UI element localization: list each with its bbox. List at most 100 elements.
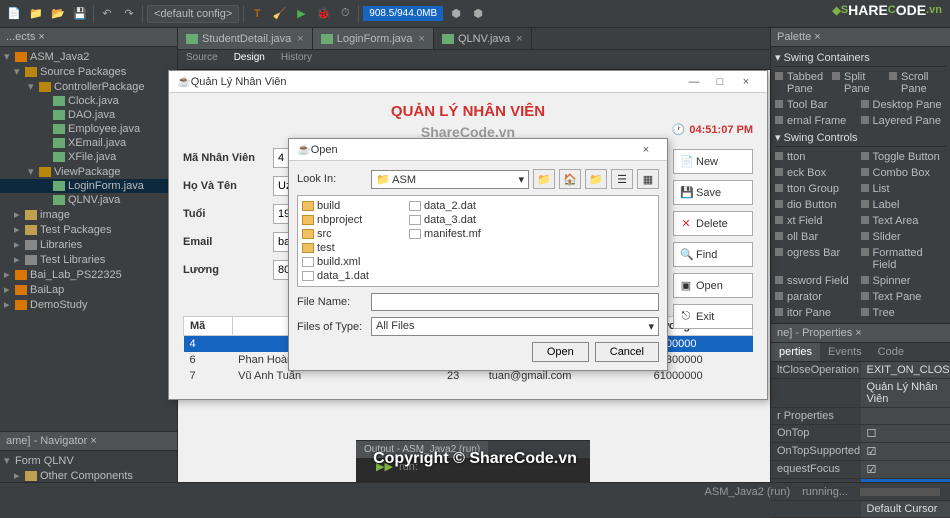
tree-item[interactable]: ▾ControllerPackage [0, 79, 177, 94]
palette-item[interactable]: ogress Bar [775, 245, 861, 273]
filename-input[interactable] [371, 293, 659, 311]
save-all-icon[interactable]: 💾 [71, 5, 89, 23]
minimize-icon[interactable]: — [681, 76, 707, 88]
property-row[interactable]: Default Cursor [771, 501, 950, 518]
open-titlebar[interactable]: ☕ Open × [289, 139, 667, 161]
close-icon[interactable]: × [733, 76, 759, 88]
exit-button[interactable]: ⎋Exit [673, 304, 753, 329]
palette-item[interactable]: Text Pane [861, 289, 947, 305]
prop-tab-properties[interactable]: perties [771, 343, 820, 361]
file-item[interactable]: src [302, 228, 369, 240]
hammer-icon[interactable]: T [248, 5, 266, 23]
palette-item[interactable]: Slider [861, 229, 947, 245]
close-icon[interactable]: × [516, 33, 522, 45]
undo-icon[interactable]: ↶ [98, 5, 116, 23]
open-button[interactable]: ▣Open [673, 273, 753, 298]
prop-tab-events[interactable]: Events [820, 343, 870, 361]
palette-item[interactable]: Formatted Field [861, 245, 947, 273]
run-icon[interactable]: ▶ [292, 5, 310, 23]
tree-item[interactable]: ▾ViewPackage [0, 164, 177, 179]
tree-item[interactable]: Employee.java [0, 122, 177, 136]
detail-view-icon[interactable]: ▦ [637, 169, 659, 189]
palette-item[interactable]: Text Area [861, 213, 947, 229]
newfolder-icon[interactable]: 📁 [585, 169, 607, 189]
palette-item[interactable]: Tree [861, 305, 947, 321]
palette-item[interactable]: dio Button [775, 197, 861, 213]
tree-item[interactable]: XEmail.java [0, 136, 177, 150]
file-item[interactable]: test [302, 242, 369, 254]
nav-other[interactable]: ▸Other Components [0, 468, 177, 483]
subtab-history[interactable]: History [273, 50, 320, 69]
palette-item[interactable]: Tabbed Pane [775, 69, 832, 97]
tree-item[interactable]: ▸DemoStudy [0, 297, 177, 312]
palette-item[interactable]: Scroll Pane [889, 69, 946, 97]
file-item[interactable]: manifest.mf [409, 228, 481, 240]
tree-item[interactable]: XFile.java [0, 150, 177, 164]
palette-item[interactable]: tton Group [775, 181, 861, 197]
palette-item[interactable]: oll Bar [775, 229, 861, 245]
palette-item[interactable]: parator [775, 289, 861, 305]
subtab-source[interactable]: Source [178, 50, 226, 69]
cancel-button[interactable]: Cancel [595, 342, 659, 362]
new-project-icon[interactable]: 📁 [27, 5, 45, 23]
property-row[interactable]: ltCloseOperationEXIT_ON_CLOSE [771, 362, 950, 379]
project-tree[interactable]: ▾ASM_Java2▾Source Packages▾ControllerPac… [0, 47, 177, 431]
clean-icon[interactable]: 🧹 [270, 5, 288, 23]
file-list[interactable]: build nbproject src test build.xml data_1.dat… [297, 195, 659, 287]
file-item[interactable]: data_1.dat [302, 270, 369, 282]
palette-item[interactable]: ernal Frame [775, 113, 861, 129]
property-row[interactable]: r Properties [771, 408, 950, 425]
lookin-combo[interactable]: 📁 ASM ▾ [371, 170, 529, 189]
find-button[interactable]: 🔍Find [673, 242, 753, 267]
tab-studentdetail[interactable]: StudentDetail.java× [178, 28, 313, 49]
navigator-tab[interactable]: ame] - Navigator × [0, 432, 177, 451]
close-icon[interactable]: × [297, 33, 303, 45]
new-file-icon[interactable]: 📄 [5, 5, 23, 23]
open-icon[interactable]: 📂 [49, 5, 67, 23]
tree-item[interactable]: ▸Libraries [0, 237, 177, 252]
property-row[interactable]: Quản Lý Nhân Viên [771, 379, 950, 408]
memory-indicator[interactable]: 908.5/944.0MB [363, 6, 443, 21]
debug-icon[interactable]: 🐞 [314, 5, 332, 23]
property-row[interactable]: OnTop☐ [771, 425, 950, 443]
config-combo[interactable]: <default config> [147, 5, 239, 23]
delete-button[interactable]: ✕Delete [673, 211, 753, 236]
palette-item[interactable]: itor Pane [775, 305, 861, 321]
palette-item[interactable]: Layered Pane [861, 113, 947, 129]
tree-item[interactable]: ▸Test Packages [0, 222, 177, 237]
close-icon[interactable]: × [633, 144, 659, 156]
file-item[interactable]: build.xml [302, 256, 369, 268]
palette-item[interactable]: eck Box [775, 165, 861, 181]
palette-item[interactable]: Spinner [861, 273, 947, 289]
filetype-combo[interactable]: All Files▾ [371, 317, 659, 336]
up-icon[interactable]: 📁 [533, 169, 555, 189]
palette-panel[interactable]: ▾ Swing ContainersTabbed PaneSplit PaneS… [771, 47, 950, 323]
tab-loginform[interactable]: LoginForm.java× [313, 28, 434, 49]
maximize-icon[interactable]: □ [707, 76, 733, 88]
palette-tab[interactable]: Palette × [771, 28, 950, 47]
palette-item[interactable]: xt Field [775, 213, 861, 229]
file-item[interactable]: nbproject [302, 214, 369, 226]
save-button[interactable]: 💾Save [673, 180, 753, 205]
redo-icon[interactable]: ↷ [120, 5, 138, 23]
palette-item[interactable]: Desktop Pane [861, 97, 947, 113]
prop-tab-code[interactable]: Code [870, 343, 912, 361]
palette-item[interactable]: Toggle Button [861, 149, 947, 165]
tree-item[interactable]: ▸image [0, 207, 177, 222]
tree-item[interactable]: ▸Bai_Lab_PS22325 [0, 267, 177, 282]
tree-item[interactable]: QLNV.java [0, 193, 177, 207]
subtab-design[interactable]: Design [226, 50, 273, 69]
palette-item[interactable]: List [861, 181, 947, 197]
projects-tab[interactable]: ...ects × [0, 28, 177, 47]
tree-item[interactable]: ▸Test Libraries [0, 252, 177, 267]
palette-item[interactable]: Combo Box [861, 165, 947, 181]
tree-item[interactable]: ▾Source Packages [0, 64, 177, 79]
tree-item[interactable]: ▾ASM_Java2 [0, 49, 177, 64]
file-item[interactable]: build [302, 200, 369, 212]
palette-item[interactable]: tton [775, 149, 861, 165]
palette-item[interactable]: Label [861, 197, 947, 213]
tree-item[interactable]: ▸BaiLap [0, 282, 177, 297]
tree-item[interactable]: Clock.java [0, 94, 177, 108]
dialog-titlebar[interactable]: ☕ Quản Lý Nhân Viên — □ × [169, 71, 767, 93]
open-confirm-button[interactable]: Open [532, 342, 589, 362]
